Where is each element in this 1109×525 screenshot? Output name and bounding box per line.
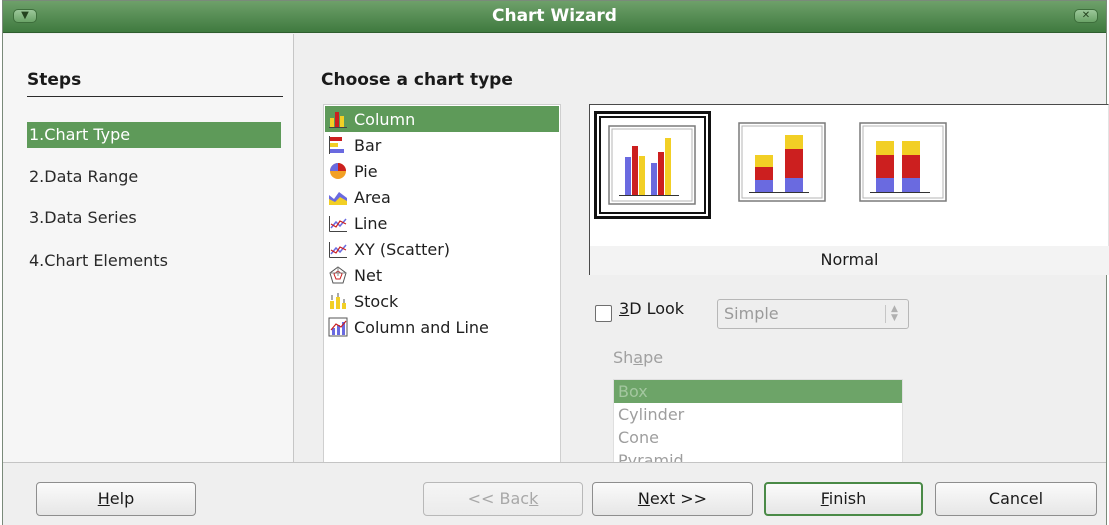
variant-stacked[interactable]	[727, 111, 844, 219]
bar-chart-icon	[329, 136, 344, 154]
button-bar: Help << Back Next >> Finish Cancel	[3, 462, 1106, 525]
list-item-area[interactable]: Area	[325, 184, 559, 210]
chart-type-page: Choose a chart type Column Bar Pie Area …	[295, 34, 1109, 479]
spin-arrows-icon: ▲ ▼	[885, 305, 903, 323]
list-item-label: Area	[354, 187, 391, 207]
list-item-column[interactable]: Column	[325, 106, 559, 132]
list-item-stock[interactable]: Stock	[325, 288, 559, 314]
chart-variant-strip	[589, 104, 1109, 246]
step-data-series[interactable]: 3.Data Series	[27, 205, 281, 231]
steps-pane: Steps 1.Chart Type 2.Data Range 3.Data S…	[3, 34, 294, 462]
window-title: Chart Wizard	[492, 6, 617, 26]
list-item-line[interactable]: Line	[325, 210, 559, 236]
steps-heading: Steps	[27, 70, 82, 90]
xy-scatter-chart-icon	[329, 242, 347, 258]
shape-label: Shape	[613, 348, 664, 367]
net-chart-icon	[329, 266, 347, 284]
variant-name-label: Normal	[589, 246, 1109, 275]
3d-scheme-value: Simple	[724, 304, 779, 323]
shape-option-cone[interactable]: Cone	[614, 426, 902, 449]
3d-look-checkbox[interactable]	[595, 305, 612, 322]
list-item-label: Line	[354, 213, 388, 233]
step-chart-elements[interactable]: 4.Chart Elements	[27, 248, 281, 274]
column-and-line-chart-icon	[328, 317, 348, 337]
area-chart-icon	[329, 192, 347, 205]
chart-type-list[interactable]: Column Bar Pie Area Line XY (Scatter) Ne…	[323, 104, 561, 478]
pie-chart-icon	[330, 163, 346, 179]
3d-look-label[interactable]: 3D Look	[619, 299, 684, 318]
back-button[interactable]: << Back	[423, 482, 583, 516]
shape-option-box[interactable]: Box	[614, 380, 902, 403]
list-item-label: Stock	[354, 291, 399, 311]
3d-scheme-select[interactable]: Simple ▲ ▼	[717, 299, 909, 329]
column-chart-icon	[329, 112, 347, 128]
list-item-bar[interactable]: Bar	[325, 132, 559, 158]
chart-wizard-window: ▼ Chart Wizard ✕ Steps 1.Chart Type 2.Da…	[2, 0, 1109, 525]
list-item-label: Column	[354, 109, 416, 129]
chart-variant-panel: Normal	[589, 104, 1109, 276]
list-item-label: XY (Scatter)	[354, 239, 451, 259]
cancel-button[interactable]: Cancel	[935, 482, 1097, 516]
line-chart-icon	[329, 216, 347, 232]
close-icon[interactable]: ✕	[1074, 9, 1098, 23]
column-stacked-icon	[738, 122, 826, 202]
list-item-label: Pie	[354, 161, 378, 181]
title-bar[interactable]: ▼ Chart Wizard ✕	[3, 1, 1106, 33]
list-item-pie[interactable]: Pie	[325, 158, 559, 184]
column-normal-icon	[608, 125, 696, 205]
list-item-label: Net	[354, 265, 383, 285]
next-button[interactable]: Next >>	[592, 482, 753, 516]
stock-chart-icon	[330, 293, 346, 309]
list-item-xy-scatter[interactable]: XY (Scatter)	[325, 236, 559, 262]
list-item-net[interactable]: Net	[325, 262, 559, 288]
list-item-label: Column and Line	[354, 317, 489, 337]
step-chart-type[interactable]: 1.Chart Type	[27, 122, 281, 148]
column-percent-stacked-icon	[859, 122, 947, 202]
variant-percent-stacked[interactable]	[848, 111, 965, 219]
shape-option-cylinder[interactable]: Cylinder	[614, 403, 902, 426]
help-button[interactable]: Help	[36, 482, 196, 516]
steps-divider	[27, 96, 283, 97]
variant-normal[interactable]	[594, 111, 711, 219]
list-item-label: Bar	[354, 135, 382, 155]
page-title: Choose a chart type	[321, 70, 513, 90]
list-item-column-and-line[interactable]: Column and Line	[325, 314, 559, 340]
step-data-range[interactable]: 2.Data Range	[27, 164, 281, 190]
finish-button[interactable]: Finish	[764, 482, 923, 516]
